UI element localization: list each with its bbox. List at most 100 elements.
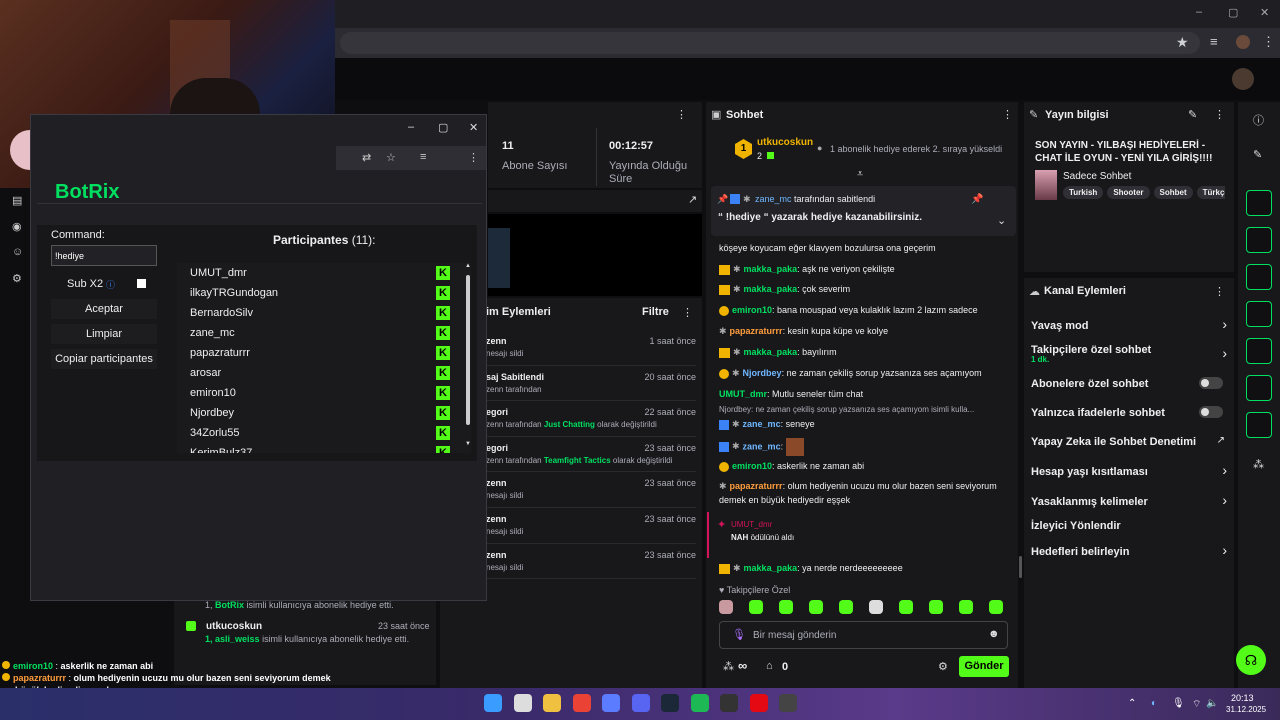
tray-app-icon[interactable]: ◐ — [1151, 698, 1157, 709]
event-row[interactable]: egori 22 saat önce zenn tarafından Just Ch… — [486, 401, 696, 437]
chat-message[interactable]: ✱ makka_paka: bayılırım — [719, 345, 1009, 359]
maximize-icon[interactable]: ▢ — [1228, 6, 1238, 19]
participant-row[interactable]: ilkayTRGundogan K — [177, 283, 471, 303]
subs-only-toggle[interactable] — [1199, 377, 1223, 389]
event-row[interactable]: zenn 23 saat önce nesajı sildi — [486, 544, 696, 580]
participant-row[interactable]: KerimBulz37 K — [177, 443, 471, 453]
chat-username[interactable]: zane_mc — [743, 441, 781, 451]
mic-icon[interactable]: 🎙 — [732, 628, 746, 641]
tag-chip[interactable]: Shooter — [1107, 186, 1150, 199]
emote-icon[interactable] — [899, 600, 913, 614]
gifter-name[interactable]: utkucoskun — [757, 137, 813, 148]
settings-icon[interactable]: ⚙ — [12, 272, 22, 285]
netflix-icon[interactable] — [749, 694, 768, 712]
star-icon[interactable]: ★ — [1176, 34, 1189, 51]
event-row[interactable]: zenn 23 saat önce nesajı sildi — [486, 508, 696, 544]
clock-time[interactable]: 20:13 — [1231, 693, 1254, 703]
search-icon[interactable] — [513, 694, 532, 712]
tray-volume-icon[interactable]: 🔈 — [1206, 698, 1218, 709]
rail-layout-icon[interactable] — [1246, 375, 1272, 401]
discord-icon[interactable] — [631, 694, 650, 712]
goals-row[interactable]: Hedefleri belirleyin › — [1031, 542, 1227, 562]
tray-wifi-icon[interactable]: ⌔ — [1192, 698, 1201, 711]
banned-words-row[interactable]: Yasaklanmış kelimeler › — [1031, 492, 1227, 512]
window-maximize-icon[interactable]: ▢ — [438, 121, 448, 134]
window-close-icon[interactable]: ✕ — [469, 121, 478, 134]
command-input[interactable] — [51, 245, 157, 266]
chat-message[interactable]: ✱ zane_mc: seneye — [719, 417, 1009, 431]
rail-chat-icon[interactable] — [1246, 301, 1272, 327]
user-avatar[interactable] — [1232, 68, 1254, 90]
chat-message[interactable]: ✱ Njordbey: ne zaman çekiliş sorup yazsan… — [719, 366, 1009, 380]
send-button[interactable]: Gönder — [959, 656, 1009, 677]
files-icon[interactable] — [543, 694, 561, 712]
accept-button[interactable]: Aceptar — [51, 299, 157, 319]
kick-points-icon[interactable]: ⁂ — [723, 660, 734, 673]
participants-scrollbar[interactable]: ▲ ▼ — [465, 263, 473, 453]
participant-row[interactable]: Njordbey K — [177, 403, 471, 423]
clear-button[interactable]: Limpiar — [51, 324, 157, 344]
chat-message[interactable]: ✱ zane_mc: — [719, 438, 1009, 456]
emote-icon[interactable] — [989, 600, 1003, 614]
emote-icon[interactable] — [929, 600, 943, 614]
account-age-row[interactable]: Hesap yaşı kısıtlaması › — [1031, 462, 1227, 482]
dashboard-icon[interactable]: ▤ — [12, 194, 22, 207]
events-menu-icon[interactable]: ⋮ — [682, 306, 693, 319]
support-button[interactable]: ☊ — [1236, 645, 1266, 675]
stats-menu-icon[interactable]: ⋮ — [676, 108, 687, 121]
steam-icon[interactable] — [661, 694, 679, 712]
emote-icon[interactable] — [719, 600, 733, 614]
participants-list[interactable]: UMUT_dmr KilkayTRGundogan K BernardoSilv Kza… — [177, 263, 471, 453]
info-menu-icon[interactable]: ⋮ — [1214, 108, 1225, 121]
unpin-icon[interactable]: 📌 — [971, 194, 983, 205]
pinned-chevron-icon[interactable]: ⌄ — [997, 214, 1006, 227]
chat-message[interactable]: ✱ makka_paka: ya nerde nerdeeeeeeeee — [719, 561, 1009, 575]
tag-chip[interactable]: Türkçe — [1196, 186, 1225, 199]
event-row[interactable]: egori 23 saat önce zenn tarafından Teamfig… — [486, 437, 696, 473]
rail-wrench-icon[interactable] — [1246, 412, 1272, 438]
clock-date[interactable]: 31.12.2025 — [1226, 705, 1266, 714]
tag-chip[interactable]: Sohbet — [1153, 186, 1193, 199]
users-icon[interactable]: ☺ — [12, 246, 23, 258]
chat-username[interactable]: emiron10 — [732, 461, 772, 471]
slow-mode-row[interactable]: Yavaş mod › — [1031, 316, 1227, 336]
chat-message[interactable]: ✱ makka_paka: aşk ne veriyon çekilişte — [719, 262, 1009, 276]
chat-username[interactable]: makka_paka — [744, 284, 798, 294]
chrome-icon[interactable] — [572, 694, 591, 712]
participant-row[interactable]: papazraturrr K — [177, 343, 471, 363]
redirect-row[interactable]: İzleyici Yönlendir — [1031, 517, 1227, 535]
participant-row[interactable]: zane_mc K — [177, 323, 471, 343]
channel-menu-icon[interactable]: ⋮ — [1214, 285, 1225, 298]
tag-chip[interactable]: Turkish — [1063, 186, 1104, 199]
rail-radio-icon[interactable] — [1246, 338, 1272, 364]
emoji-icon[interactable]: ☻ — [988, 628, 1000, 640]
windows-icon[interactable] — [484, 694, 502, 712]
sub-x2-checkbox[interactable] — [137, 279, 146, 288]
rail-doc-icon[interactable] — [1246, 264, 1272, 290]
chat-message[interactable]: ✱ papazraturrr: kesin kupa küpe ve kolye — [719, 324, 1009, 338]
profile-avatar[interactable] — [1236, 35, 1250, 49]
window-menu-icon[interactable]: ⋮ — [468, 151, 479, 164]
window-star-icon[interactable]: ☆ — [386, 151, 396, 164]
chat-username[interactable]: zane_mc — [743, 419, 781, 429]
emote-icon[interactable] — [779, 600, 793, 614]
event-row[interactable]: saj Sabitlendi 20 saat önce zenn tarafında… — [486, 366, 696, 402]
followers-only-row[interactable]: Takipçilere özel sohbet 1 dk. › — [1031, 343, 1227, 367]
close-icon[interactable]: ✕ — [1260, 6, 1269, 19]
chat-username[interactable]: Njordbey — [743, 368, 782, 378]
tray-chevron-icon[interactable]: ⌃ — [1128, 698, 1136, 709]
redeem-user[interactable]: UMUT_dmr — [731, 520, 772, 529]
minimize-icon[interactable]: – — [1196, 6, 1202, 18]
emote-icon[interactable] — [839, 600, 853, 614]
emote-icon[interactable] — [959, 600, 973, 614]
participant-row[interactable]: emiron10 K — [177, 383, 471, 403]
address-bar[interactable] — [340, 32, 1200, 54]
chat-message[interactable]: UMUT_dmr: Mutlu seneler tüm chat — [719, 387, 1009, 401]
window-media-icon[interactable]: ≡ — [420, 151, 426, 163]
epic-icon[interactable] — [720, 694, 738, 712]
menu-dots-icon[interactable]: ⋮ — [1262, 34, 1275, 50]
spotify-icon[interactable] — [690, 694, 709, 712]
chat-message[interactable]: ✱ makka_paka: çok severim — [719, 282, 1009, 296]
chat-settings-icon[interactable]: ⚙ — [938, 660, 948, 673]
app-icon[interactable] — [602, 694, 620, 712]
